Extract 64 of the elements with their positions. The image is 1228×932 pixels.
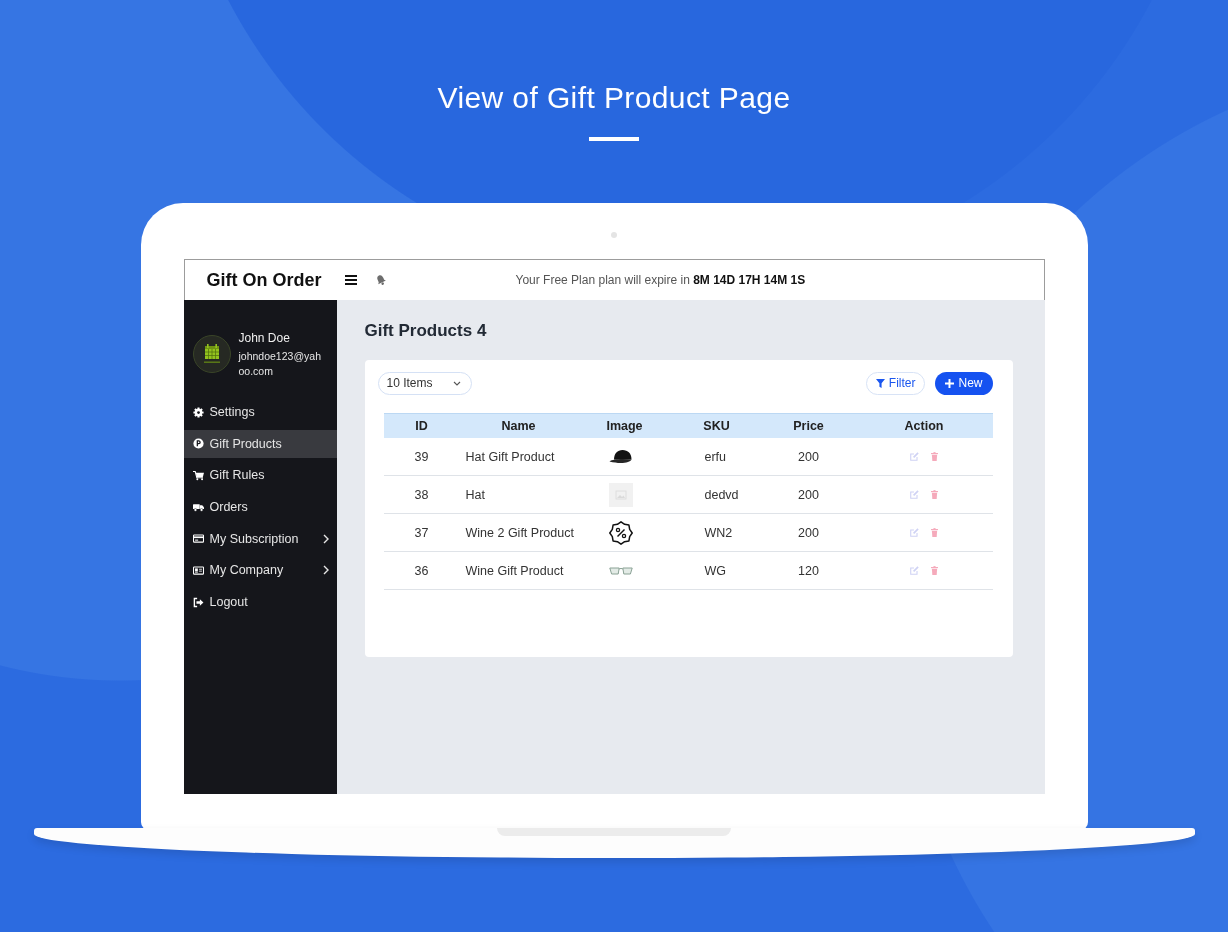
table-cell: WG <box>704 563 727 578</box>
sidebar-item[interactable]: Settings <box>183 398 337 426</box>
truck-icon <box>192 501 204 513</box>
sidebar-item[interactable]: Gift Rules <box>183 461 337 490</box>
avatar-icon <box>192 335 231 373</box>
table-cell: 200 <box>798 487 819 502</box>
column-header: SKU <box>703 419 730 433</box>
new-button[interactable]: New <box>935 371 993 395</box>
plan-expiry-notice: Your Free Plan plan will expire in 8M 14D 17H 14M 1S <box>515 273 806 287</box>
table-cell: 37 <box>414 525 429 540</box>
chevron-down-icon <box>452 380 461 386</box>
table-cell: Wine Gift Product <box>465 563 564 578</box>
page-heading: View of Gift Product Page <box>437 80 791 116</box>
sidebar-item[interactable]: Logout <box>183 588 337 617</box>
sidebar-item[interactable]: My Company <box>183 556 337 585</box>
edit-icon[interactable] <box>910 566 919 575</box>
edit-icon[interactable] <box>910 528 919 537</box>
gear-icon <box>192 406 204 418</box>
cap-icon <box>608 448 633 465</box>
camera-dot-icon <box>611 232 617 238</box>
sidebar-item[interactable]: Gift Products <box>183 429 337 458</box>
user-email: johndoe123@yahoo.com <box>238 349 322 379</box>
column-header: ID <box>415 419 428 433</box>
column-header: Name <box>501 419 536 433</box>
percent-badge-icon <box>608 520 633 545</box>
filter-icon <box>875 378 885 388</box>
trash-icon[interactable] <box>931 528 938 537</box>
page-title: Gift Products 4 <box>364 320 488 342</box>
filter-button[interactable]: Filter <box>865 371 926 395</box>
table-cell: 200 <box>798 525 819 540</box>
column-header: Image <box>606 419 643 433</box>
bell-icon[interactable] <box>374 274 387 286</box>
trash-icon[interactable] <box>931 452 938 461</box>
column-header: Action <box>904 419 944 433</box>
glasses-icon <box>608 566 633 575</box>
id-card-icon <box>192 564 204 576</box>
table-cell: 38 <box>414 487 429 502</box>
table-cell: 120 <box>798 563 819 578</box>
edit-icon[interactable] <box>910 452 919 461</box>
brand-name: Gift On Order <box>206 269 322 291</box>
table-cell: WN2 <box>704 525 733 540</box>
table-cell: 200 <box>798 449 819 464</box>
trash-icon[interactable] <box>931 566 938 575</box>
table-cell: Wine 2 Gift Product <box>465 525 574 540</box>
table-cell: erfu <box>704 449 727 464</box>
edit-icon[interactable] <box>910 490 919 499</box>
user-name: John Doe <box>238 331 291 346</box>
sidebar-item[interactable]: Orders <box>183 493 337 522</box>
menu-icon[interactable] <box>344 275 357 285</box>
table-cell: Hat Gift Product <box>465 449 555 464</box>
logout-icon <box>192 596 204 608</box>
cart-icon <box>192 469 204 481</box>
items-per-page-select[interactable]: 10 Items <box>377 371 472 395</box>
plus-icon <box>945 378 955 388</box>
table-cell: Hat <box>465 487 485 502</box>
circled-p-icon <box>192 438 204 450</box>
table-cell: 36 <box>414 563 429 578</box>
sidebar-item[interactable]: My Subscription <box>183 524 337 553</box>
trash-icon[interactable] <box>931 490 938 499</box>
table-cell: dedvd <box>704 487 739 502</box>
table-cell: 39 <box>414 449 429 464</box>
column-header: Price <box>793 419 824 433</box>
credit-card-icon <box>192 533 204 545</box>
image-placeholder-icon <box>608 482 633 507</box>
